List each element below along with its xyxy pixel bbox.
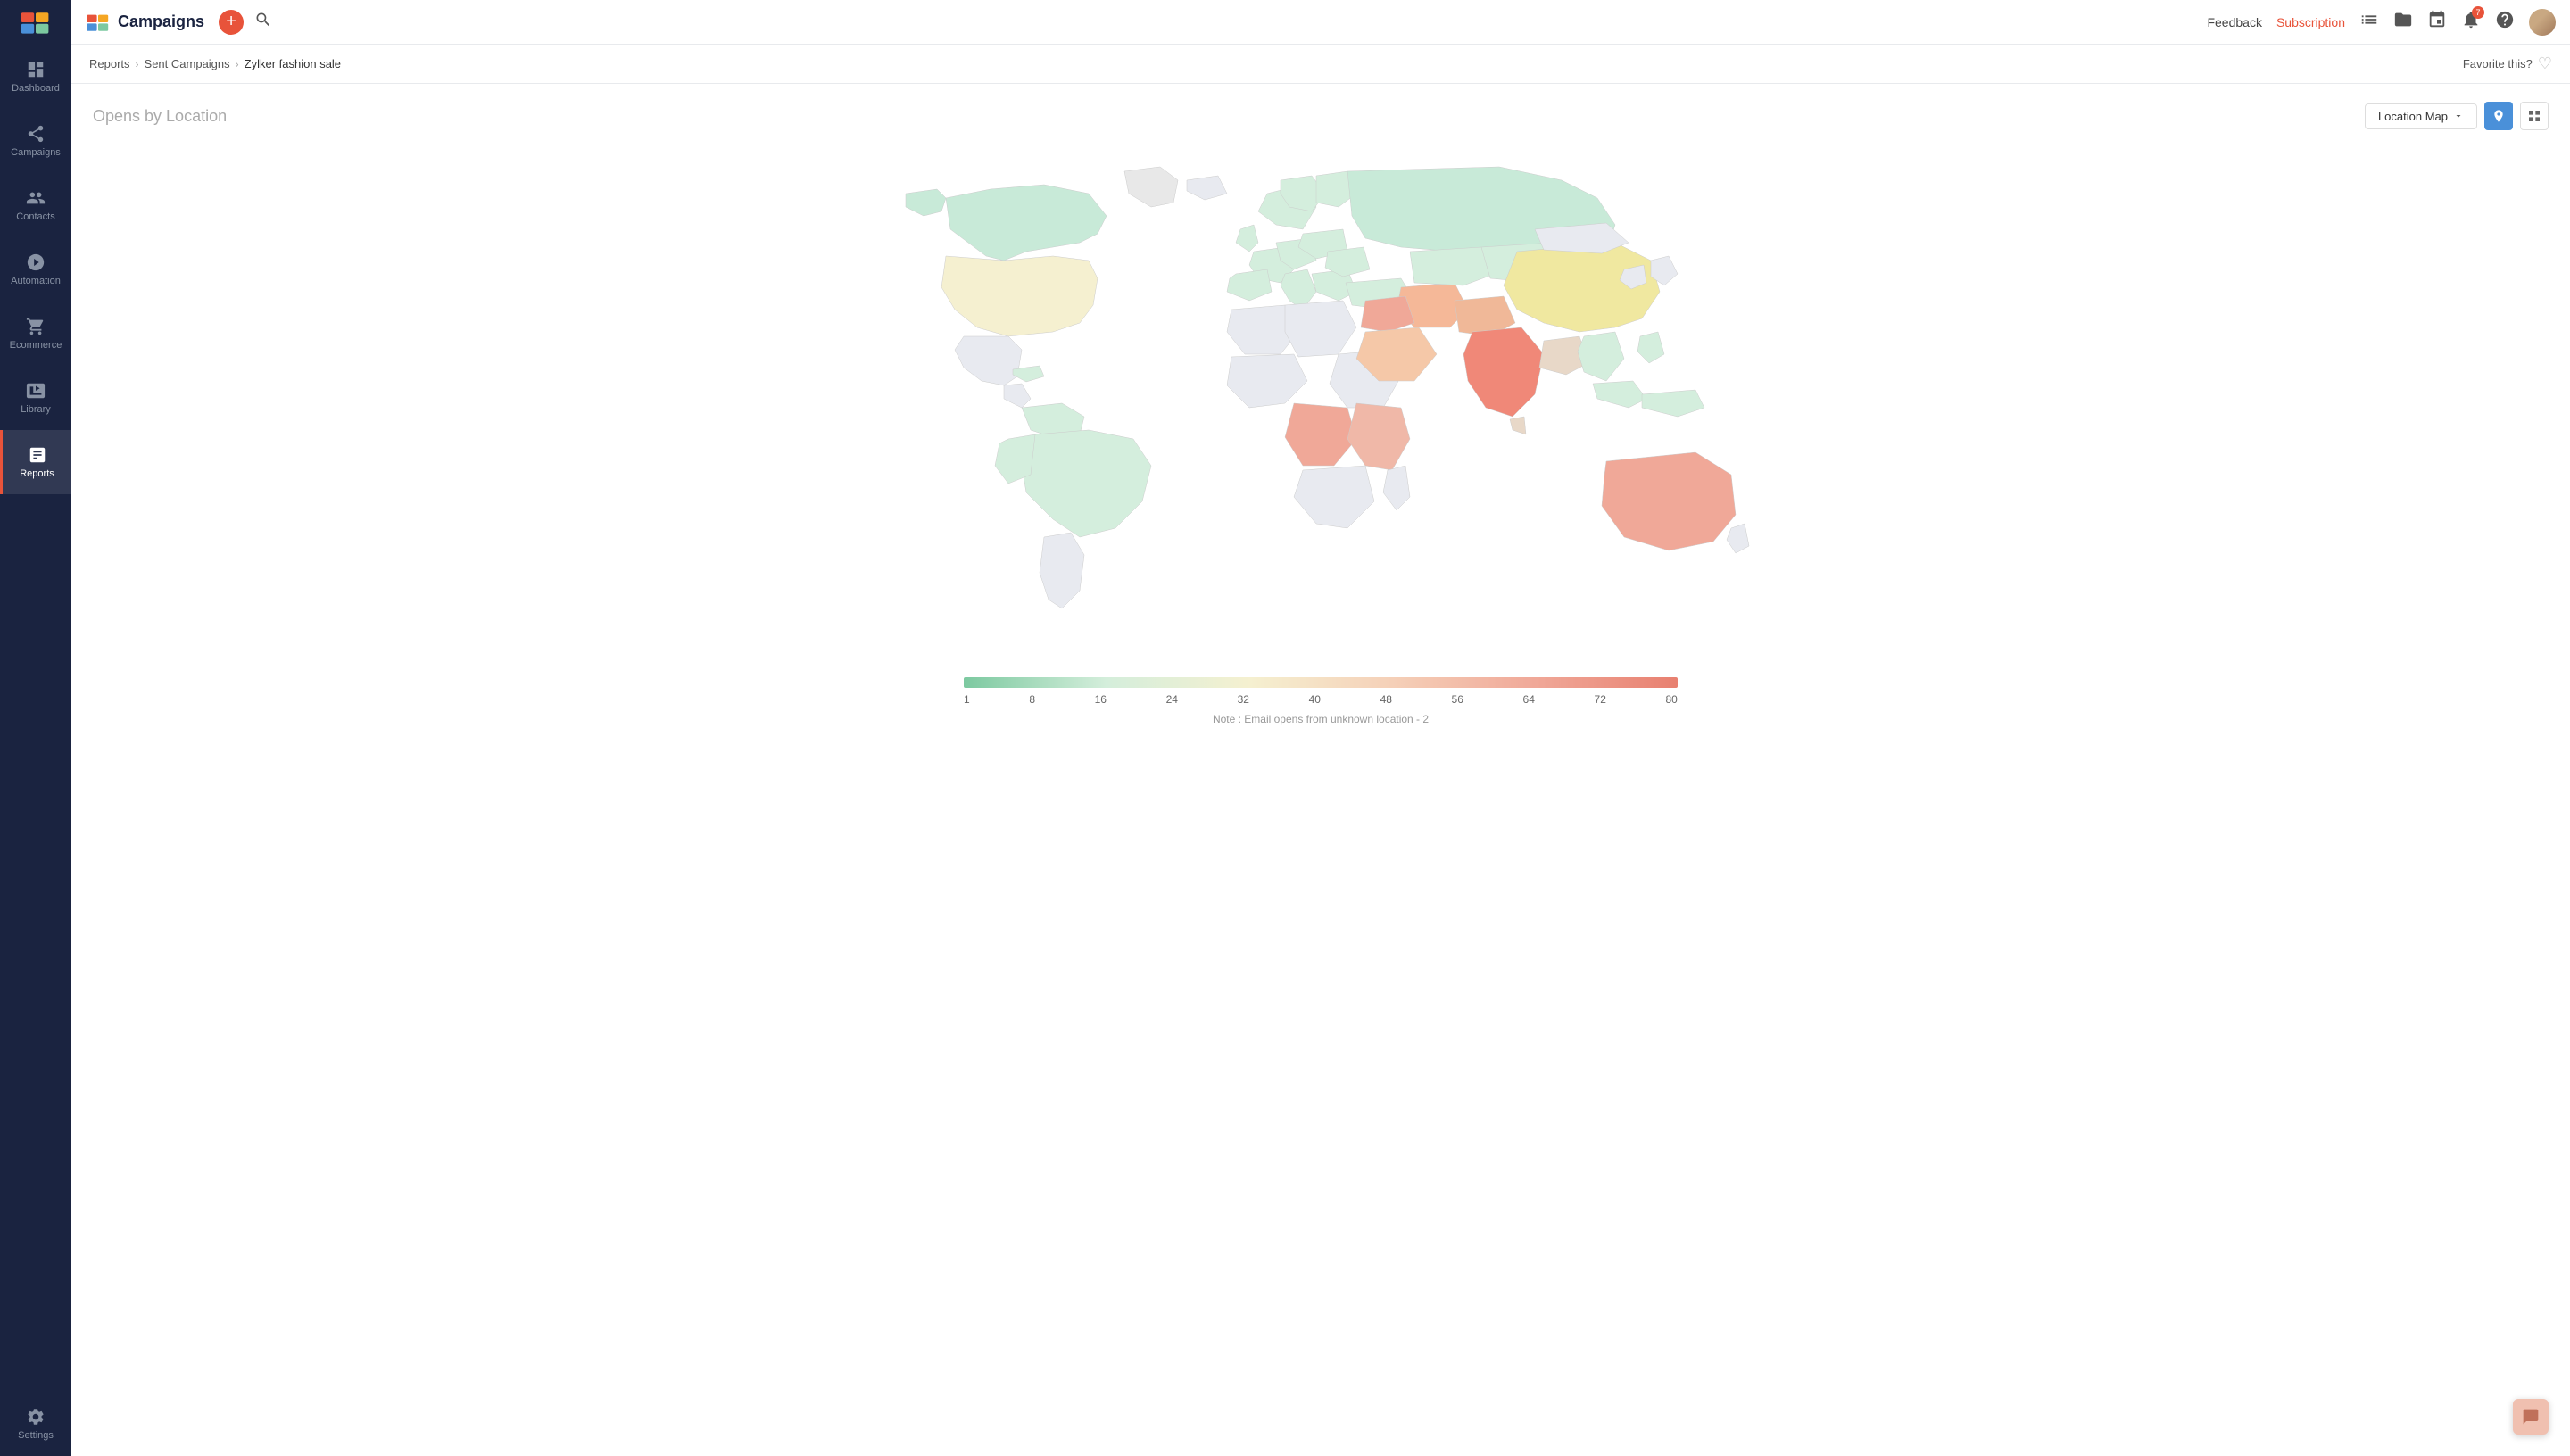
notification-badge: 7 bbox=[2472, 6, 2484, 19]
page-content: Opens by Location Location Map bbox=[71, 84, 2570, 1456]
search-icon[interactable] bbox=[251, 7, 276, 37]
add-button[interactable]: + bbox=[219, 10, 244, 35]
breadcrumb-sent-campaigns[interactable]: Sent Campaigns bbox=[145, 57, 230, 70]
calendar-icon[interactable] bbox=[2427, 10, 2447, 34]
map-view-button[interactable] bbox=[2484, 102, 2513, 130]
nav-logo-area: Campaigns bbox=[86, 10, 204, 35]
sidebar-item-campaigns[interactable]: Campaigns bbox=[0, 109, 71, 173]
sidebar-item-reports[interactable]: Reports bbox=[0, 430, 71, 494]
grid-view-button[interactable] bbox=[2520, 102, 2549, 130]
sidebar-item-settings[interactable]: Settings bbox=[0, 1392, 71, 1456]
sidebar-item-dashboard[interactable]: Dashboard bbox=[0, 45, 71, 109]
sidebar-bottom: Settings bbox=[0, 1392, 71, 1456]
breadcrumb-sep-2: › bbox=[236, 58, 239, 70]
avatar[interactable] bbox=[2529, 9, 2556, 36]
favorite-heart-icon[interactable]: ♡ bbox=[2538, 54, 2552, 73]
notification-icon[interactable]: 7 bbox=[2461, 10, 2481, 34]
page-title: Opens by Location bbox=[93, 107, 227, 126]
view-controls: Location Map bbox=[2365, 102, 2549, 130]
map-container bbox=[93, 145, 2549, 666]
breadcrumb: Reports › Sent Campaigns › Zylker fashio… bbox=[89, 57, 341, 70]
top-navbar: Campaigns + Feedback Subscription 7 bbox=[71, 0, 2570, 45]
feedback-link[interactable]: Feedback bbox=[2207, 15, 2261, 29]
favorite-label: Favorite this? bbox=[2463, 57, 2533, 70]
map-note: Note : Email opens from unknown location… bbox=[93, 713, 2549, 725]
breadcrumb-bar: Reports › Sent Campaigns › Zylker fashio… bbox=[71, 45, 2570, 84]
view-dropdown-button[interactable]: Location Map bbox=[2365, 103, 2477, 129]
sidebar-item-contacts[interactable]: Contacts bbox=[0, 173, 71, 237]
sidebar-item-automation[interactable]: Automation bbox=[0, 237, 71, 302]
legend-container: 1 8 16 24 32 40 48 56 64 72 80 bbox=[93, 677, 2549, 706]
breadcrumb-current: Zylker fashion sale bbox=[245, 57, 341, 70]
favorite-area: Favorite this? ♡ bbox=[2463, 54, 2552, 73]
world-map-svg bbox=[93, 145, 2549, 662]
list-icon[interactable] bbox=[2359, 10, 2379, 34]
help-icon[interactable] bbox=[2495, 10, 2515, 34]
chat-button[interactable] bbox=[2513, 1399, 2549, 1435]
legend-labels: 1 8 16 24 32 40 48 56 64 72 80 bbox=[964, 693, 1678, 706]
breadcrumb-sep-1: › bbox=[136, 58, 139, 70]
legend-bar bbox=[964, 677, 1678, 688]
folder-icon[interactable] bbox=[2393, 10, 2413, 34]
main-content: Campaigns + Feedback Subscription 7 bbox=[71, 0, 2570, 1456]
sidebar-item-library[interactable]: Library bbox=[0, 366, 71, 430]
nav-actions: Feedback Subscription 7 bbox=[2207, 9, 2556, 36]
app-logo[interactable] bbox=[0, 0, 71, 45]
breadcrumb-reports[interactable]: Reports bbox=[89, 57, 130, 70]
subscription-link[interactable]: Subscription bbox=[2276, 15, 2345, 29]
sidebar-item-ecommerce[interactable]: Ecommerce bbox=[0, 302, 71, 366]
app-title: Campaigns bbox=[118, 12, 204, 31]
sidebar: Dashboard Campaigns Contacts Automation … bbox=[0, 0, 71, 1456]
section-header: Opens by Location Location Map bbox=[93, 102, 2549, 130]
